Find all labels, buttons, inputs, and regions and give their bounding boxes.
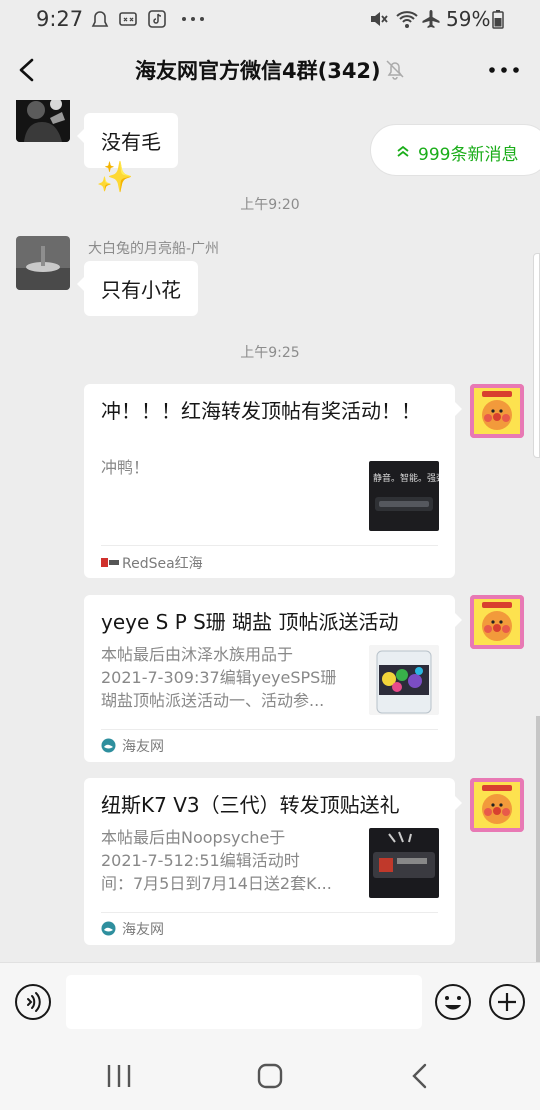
avatar[interactable]	[470, 595, 524, 649]
card-title: yeye S P S珊 瑚盐 顶帖派送活动	[101, 610, 399, 634]
card-description-line: 2021-7-512:51编辑活动时	[101, 851, 300, 870]
battery-percent: 59%	[446, 7, 491, 31]
card-description-line: 瑚盐顶帖派送活动一、活动参...	[101, 691, 325, 710]
bell-off-icon	[386, 60, 404, 80]
chevron-left-icon[interactable]	[8, 52, 44, 88]
card-source: RedSea红海	[122, 556, 203, 572]
avatar[interactable]	[470, 778, 524, 832]
haiyou-logo-icon	[101, 921, 116, 936]
card-description-line: 本帖最后由Noopsyche于	[101, 828, 286, 847]
more-dots-icon	[182, 17, 204, 21]
card-title: 冲！！！红海转发顶帖有奖活动！！	[101, 399, 421, 423]
more-horizontal-icon[interactable]	[482, 52, 526, 88]
avatar-photo	[16, 100, 70, 142]
card-source: 海友网	[122, 922, 164, 938]
chat-screen: 9:27 59% 海友网官方微信4群(342) 没有毛 ✨ 上午9:20 大白兔…	[0, 0, 540, 1110]
message-list[interactable]: 没有毛 ✨ 上午9:20 大白兔的月亮船-广州 只有小花 上午9:25 冲！！！…	[0, 100, 540, 962]
card-title: 纽斯K7 V3（三代）转发顶贴送礼	[101, 793, 400, 817]
wifi-icon	[396, 11, 418, 28]
recent-apps-icon[interactable]	[102, 1062, 136, 1090]
card-description-line: 间：7月5日到7月14日送2套K...	[101, 874, 332, 893]
link-card[interactable]: 冲！！！红海转发顶帖有奖活动！！ 冲鸭！ 静音。智能。强劲 RedSea红海	[84, 384, 462, 578]
home-icon[interactable]	[253, 1060, 287, 1092]
chat-title[interactable]: 海友网官方微信4群(342)	[135, 55, 381, 85]
sparkles-icon: ✨	[96, 160, 134, 195]
tiktok-icon	[148, 10, 166, 28]
mute-icon	[371, 12, 388, 26]
battery-icon	[492, 10, 504, 29]
emoji-icon[interactable]	[434, 983, 472, 1021]
card-divider	[101, 545, 438, 546]
link-card[interactable]: 纽斯K7 V3（三代）转发顶贴送礼 本帖最后由Noopsyche于 2021-7…	[84, 778, 462, 945]
message-bubble[interactable]: 只有小花	[77, 261, 198, 316]
plus-circle-icon[interactable]	[488, 983, 526, 1021]
avatar[interactable]	[16, 100, 70, 142]
scrollbar[interactable]	[536, 716, 540, 962]
card-description-line: 本帖最后由沐泽水族用品于	[101, 645, 294, 664]
card-thumbnail: 静音。智能。强劲	[369, 461, 439, 531]
card-divider	[101, 912, 438, 913]
chat-header: 海友网官方微信4群(342)	[0, 38, 540, 100]
status-time: 9:27	[36, 7, 84, 31]
voicemail-icon	[119, 12, 137, 26]
timestamp: 上午9:20	[240, 197, 300, 213]
double-chevron-up-icon	[397, 145, 409, 157]
card-description: 冲鸭！	[101, 458, 150, 477]
input-bar	[0, 962, 540, 1042]
thumbnail-caption: 静音。智能。强劲	[373, 474, 439, 484]
timestamp: 上午9:25	[240, 345, 300, 361]
avatar-photo	[16, 236, 70, 290]
side-drawer-handle[interactable]	[533, 253, 540, 458]
back-icon[interactable]	[404, 1060, 436, 1092]
airplane-icon	[422, 10, 440, 28]
system-nav-bar	[0, 1042, 540, 1110]
card-description-line: 2021-7-309:37编辑yeyeSPS珊	[101, 668, 337, 687]
sender-name: 大白兔的月亮船-广州	[88, 241, 220, 257]
new-messages-button[interactable]: 999条新消息	[370, 124, 540, 176]
card-thumbnail	[369, 828, 439, 898]
avatar[interactable]	[16, 236, 70, 290]
new-messages-label: 999条新消息	[418, 145, 519, 165]
anpanman-avatar	[470, 778, 524, 832]
card-divider	[101, 729, 438, 730]
card-source: 海友网	[122, 739, 164, 755]
voice-icon[interactable]	[14, 983, 52, 1021]
card-description: 本帖最后由Noopsyche于 2021-7-512:51编辑活动时 间：7月5…	[101, 826, 332, 895]
link-card[interactable]: yeye S P S珊 瑚盐 顶帖派送活动 本帖最后由沐泽水族用品于 2021-…	[84, 595, 462, 762]
anpanman-avatar	[470, 595, 524, 649]
redsea-logo-icon	[101, 558, 119, 567]
status-bar: 9:27 59%	[0, 0, 540, 38]
haiyou-logo-icon	[101, 738, 116, 753]
avatar[interactable]	[470, 384, 524, 438]
notification-icon	[91, 11, 109, 27]
card-description: 本帖最后由沐泽水族用品于 2021-7-309:37编辑yeyeSPS珊 瑚盐顶…	[101, 643, 336, 712]
card-thumbnail	[369, 645, 439, 715]
anpanman-avatar	[470, 384, 524, 438]
message-input[interactable]	[66, 975, 422, 1029]
